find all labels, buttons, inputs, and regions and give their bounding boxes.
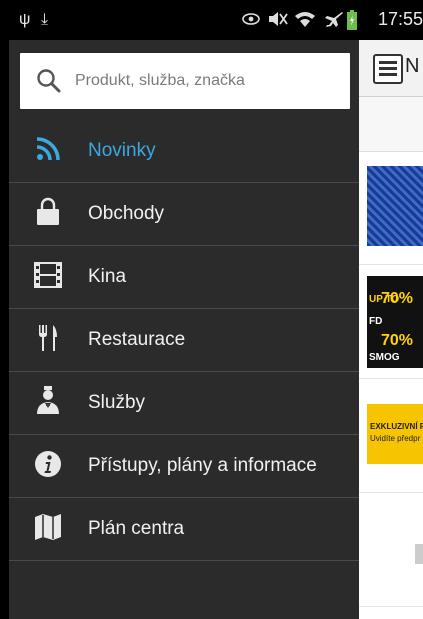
waiter-icon <box>37 386 59 414</box>
search-box[interactable] <box>20 53 350 109</box>
thumb-text: EXKLUZIVNÍ P <box>370 422 423 431</box>
info-icon <box>35 451 61 477</box>
news-thumbnail: EXKLUZIVNÍ P Uvidíte předpr <box>367 404 423 464</box>
menu-item-kina[interactable]: Kina <box>9 246 359 309</box>
thumb-text: FD <box>369 316 383 327</box>
menu-icon[interactable] <box>373 54 403 84</box>
news-thumbnail <box>367 166 423 246</box>
fork-knife-icon <box>39 325 57 351</box>
film-strip-icon <box>34 262 62 288</box>
menu-item-label: Plán centra <box>88 518 185 539</box>
mute-icon <box>267 10 289 34</box>
news-item[interactable]: UP TO 70% FD 70% SMOG <box>359 266 423 379</box>
thumb-text: 70% <box>381 290 414 307</box>
battery-icon <box>347 10 357 36</box>
menu-item-label: Služby <box>88 392 146 413</box>
status-bar: ψ ⤓ 17:55 <box>9 0 423 40</box>
menu-item-label: Přístupy, plány a informace <box>88 455 317 476</box>
search-icon[interactable] <box>36 68 62 94</box>
shopping-bag-icon <box>37 197 59 225</box>
thumb-text: SMOG <box>369 352 400 363</box>
thumb-text: 70% <box>381 332 414 349</box>
app-header: N <box>359 40 423 97</box>
thumb-text: Uvidíte předpr <box>370 434 421 443</box>
eye-icon <box>241 10 261 32</box>
news-item[interactable] <box>359 152 423 265</box>
menu-item-restaurace[interactable]: Restaurace <box>9 309 359 372</box>
menu-item-pristupy[interactable]: Přístupy, plány a informace <box>9 435 359 498</box>
news-item[interactable]: EXKLUZIVNÍ P Uvidíte předpr <box>359 380 423 493</box>
menu-item-label: Obchody <box>88 203 165 224</box>
news-item[interactable] <box>359 494 423 607</box>
menu-item-label: Restaurace <box>88 329 186 350</box>
search-input[interactable] <box>75 69 335 93</box>
menu-item-plan-centra[interactable]: Plán centra <box>9 498 359 561</box>
navigation-drawer: Novinky Obchody Kina <box>9 40 359 619</box>
menu-item-label: Novinky <box>88 140 156 161</box>
app-title: N <box>405 55 420 77</box>
clock: 17:55 <box>377 9 423 29</box>
app-tab-strip <box>359 97 423 152</box>
usb-icon: ψ <box>19 11 31 28</box>
map-icon <box>35 514 61 540</box>
download-icon: ⤓ <box>41 11 49 28</box>
drawer-menu: Novinky Obchody Kina Restaurace Služby P… <box>9 120 359 561</box>
airplane-icon <box>324 10 344 34</box>
menu-item-obchody[interactable]: Obchody <box>9 183 359 246</box>
phone-screen: ψ ⤓ 17:55 N UP TO 70% FD 70% SMOG EXKLUZ… <box>9 0 423 619</box>
menu-item-novinky[interactable]: Novinky <box>9 120 359 183</box>
menu-item-sluzby[interactable]: Služby <box>9 372 359 435</box>
menu-item-label: Kina <box>88 266 127 287</box>
news-thumbnail: UP TO 70% FD 70% SMOG <box>367 276 423 368</box>
rss-icon <box>36 137 60 161</box>
wifi-icon <box>294 10 316 34</box>
news-thumbnail <box>415 544 423 564</box>
